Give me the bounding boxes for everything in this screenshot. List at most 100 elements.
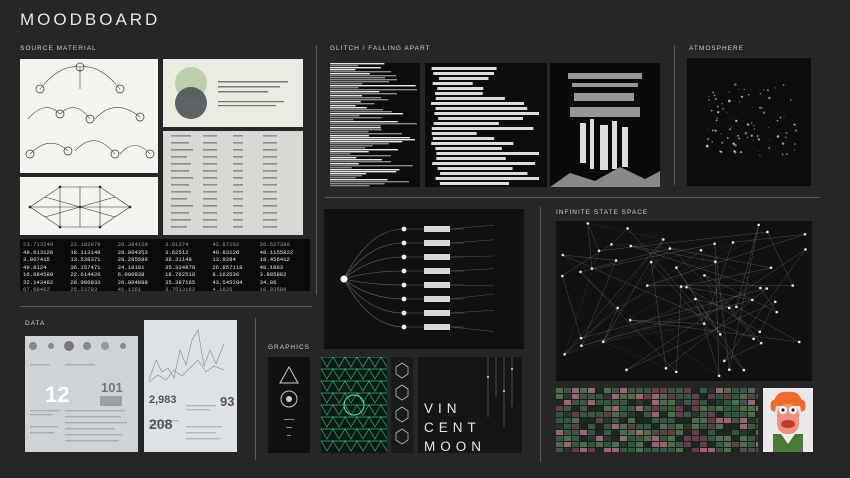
- grid-cell: [660, 442, 667, 447]
- scanline: [330, 125, 381, 127]
- grid-cell: [612, 442, 619, 447]
- grid-cell: 25.23783: [70, 286, 98, 291]
- grid-cell: [724, 424, 731, 429]
- particle: [727, 137, 729, 139]
- particle: [726, 111, 728, 113]
- grid-cell: 28.904353: [117, 248, 148, 256]
- grid-cell: [588, 388, 595, 393]
- particle: [733, 83, 737, 86]
- grid-cell: [740, 400, 747, 405]
- scanline: [330, 169, 400, 171]
- glitch-bar: [434, 112, 539, 115]
- triangle: [356, 428, 370, 440]
- grid-cell: 8.163536: [212, 271, 240, 278]
- network-edge: [676, 286, 682, 372]
- grid-cell: 28.384159: [117, 241, 148, 248]
- network-node: [699, 249, 703, 252]
- tree-dot: [401, 324, 407, 330]
- grid-cell: [572, 400, 579, 405]
- grid-cell: [588, 406, 595, 411]
- particle: [706, 137, 710, 141]
- grid-cell: [700, 442, 707, 447]
- poster-lines: [487, 357, 513, 427]
- grid-cell: [692, 436, 699, 441]
- grid-cell: 26.527389: [259, 241, 290, 248]
- grid-cell: [748, 424, 755, 429]
- tree-node: [424, 296, 450, 302]
- triangle: [344, 368, 358, 380]
- grid-cell: [724, 394, 731, 399]
- particle: [757, 151, 759, 152]
- grid-cell: [652, 448, 659, 452]
- grid-cell: [644, 406, 651, 411]
- grid-cell: [612, 418, 619, 423]
- grid-cell: [644, 418, 651, 423]
- glitch-bar: [437, 87, 484, 90]
- grid-cell: [620, 442, 627, 447]
- glitch-bars: [431, 67, 539, 185]
- network-node: [675, 266, 678, 270]
- grid-cell: [676, 406, 683, 411]
- grid-cell: [580, 400, 587, 405]
- grid-cell: 48.1863: [259, 263, 284, 271]
- grid-cell: [748, 412, 755, 417]
- particle: [769, 140, 771, 141]
- scanline: [330, 171, 397, 173]
- particle: [759, 92, 762, 95]
- scanline: [330, 75, 397, 77]
- grid-cell: [604, 448, 611, 452]
- network-node: [735, 305, 738, 309]
- grid-cell: 18.113149: [70, 248, 101, 256]
- grid-cell: [588, 400, 595, 405]
- grid-cell: [700, 430, 707, 435]
- grid-cell: [564, 418, 571, 423]
- grid-cell: [580, 442, 587, 447]
- particle: [722, 108, 724, 110]
- network-edge: [591, 248, 670, 269]
- grid-cell: [660, 430, 667, 435]
- network-edge: [580, 271, 677, 373]
- network-node: [668, 247, 672, 250]
- grid-cell: [748, 400, 755, 405]
- triangle: [321, 357, 334, 368]
- particle: [729, 118, 731, 119]
- grid-cell: 3.61374: [164, 241, 189, 248]
- green-pattern-poster: [321, 357, 387, 453]
- stat-number: 101: [101, 380, 123, 395]
- particle: [708, 96, 710, 98]
- grid-cell: [628, 418, 635, 423]
- scanline: [330, 167, 352, 169]
- grid-cell: [572, 394, 579, 399]
- grid-cell: [684, 400, 691, 405]
- grid-cell: [756, 394, 758, 399]
- grid-cell: [644, 448, 651, 452]
- triangle: [368, 440, 382, 452]
- grid-cell: [636, 406, 643, 411]
- scanline: [330, 117, 382, 119]
- glitch-bar: [440, 172, 528, 175]
- stat-number: 208: [149, 416, 173, 432]
- character-image: [763, 388, 813, 452]
- grid-cell: [644, 424, 651, 429]
- triangle: [344, 357, 358, 368]
- grid-cell: [644, 442, 651, 447]
- network-edge: [736, 306, 800, 343]
- grid-cell: 22.614426: [70, 271, 101, 278]
- poster-text-line: VIN: [424, 401, 462, 416]
- grid-cell: [620, 406, 627, 411]
- grid-cell: [652, 406, 659, 411]
- grid-cell: [732, 448, 739, 452]
- grid-cell: 26.857118: [212, 263, 243, 271]
- triangle: [356, 357, 370, 368]
- grid-cell: [596, 388, 603, 393]
- node-tree: [340, 224, 495, 332]
- grid-cell: [604, 400, 611, 405]
- grid-cell: [748, 388, 755, 393]
- glitch-bar: [438, 77, 489, 80]
- particle: [729, 128, 731, 130]
- particle: [713, 94, 716, 97]
- grid-cell: [676, 442, 683, 447]
- grid-cell: [700, 448, 707, 452]
- grid-cell: [668, 448, 675, 452]
- triangle: [344, 380, 358, 392]
